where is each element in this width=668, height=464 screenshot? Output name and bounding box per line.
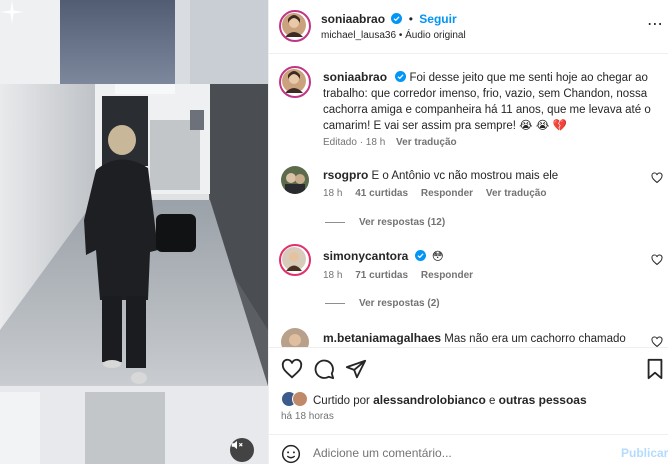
comment-row-rsogpro: rsogpro E o Antônio vc não mostrou mais …: [323, 168, 558, 182]
caption-translate-link[interactable]: Ver tradução: [396, 137, 457, 148]
comment-username[interactable]: simonycantora: [323, 249, 408, 263]
smile-icon[interactable]: [281, 444, 301, 464]
header-name-row: soniaabrao • Seguir: [321, 12, 457, 26]
heart-icon[interactable]: [281, 358, 303, 380]
view-replies-rsogpro[interactable]: Ver respostas (12): [325, 217, 445, 228]
comment-input[interactable]: Adicione um comentário...: [313, 446, 452, 460]
post-caption: soniaabrao Foi desse jeito que me senti …: [323, 69, 653, 134]
liked-by-photos: [281, 391, 308, 407]
comment-likes[interactable]: 71 curtidas: [355, 270, 408, 281]
post-time-ago[interactable]: há 18 horas: [281, 411, 334, 422]
liked-by-others[interactable]: outras pessoas: [499, 393, 587, 407]
liked-by-prefix: Curtido por: [313, 395, 370, 407]
author-photo: [282, 13, 306, 37]
view-replies-simonycantora[interactable]: Ver respostas (2): [325, 298, 440, 309]
comment-row-simonycantora: simonycantora 😳: [323, 249, 444, 263]
replies-line: [325, 221, 345, 223]
comment-meta-rsogpro: 18 h 41 curtidas Responder Ver tradução: [323, 188, 546, 199]
share-icon[interactable]: [345, 358, 367, 380]
more-options-icon[interactable]: ⋯: [647, 14, 664, 34]
caption-author-avatar[interactable]: [279, 66, 311, 98]
caption-author-photo: [282, 69, 306, 93]
comment-row-mbetania: m.betaniamagalhaes Mas não era um cachor…: [323, 331, 626, 345]
instagram-post-view: soniaabrao • Seguir michael_lausa36 • Áu…: [0, 0, 668, 464]
comment-translate-link[interactable]: Ver tradução: [486, 188, 547, 199]
author-avatar[interactable]: [279, 10, 311, 42]
composer-divider: [269, 434, 668, 435]
liked-by-mid: e: [489, 395, 496, 407]
comment-avatar-simonycantora[interactable]: [279, 244, 311, 276]
comment-text: E o Antônio vc não mostrou mais ele: [371, 170, 559, 182]
liked-by-avatars[interactable]: [281, 391, 309, 410]
bookmark-icon[interactable]: [645, 358, 665, 380]
post-side-panel: soniaabrao • Seguir michael_lausa36 • Áu…: [268, 0, 668, 464]
caption-username[interactable]: soniaabrao: [323, 70, 387, 84]
liked-by-line: Curtido por alessandrolobianco e outras …: [313, 393, 587, 407]
comment-photo: [282, 247, 306, 271]
corridor-scene: [0, 0, 268, 464]
verified-icon: [395, 71, 407, 82]
comment-username[interactable]: m.betaniamagalhaes: [323, 331, 441, 345]
comment-time: 18 h: [323, 270, 343, 281]
comment-text: 😳: [431, 251, 444, 263]
view-replies-label: Ver respostas (2): [359, 298, 440, 309]
comment-time: 18 h: [323, 188, 343, 199]
audio-line[interactable]: michael_lausa36 • Áudio original: [321, 30, 466, 41]
comment-icon[interactable]: [313, 358, 335, 380]
mute-icon: [231, 440, 243, 450]
publish-button[interactable]: Publicar: [621, 446, 668, 460]
sparkle-icon: [0, 0, 24, 24]
verified-icon: [414, 250, 426, 261]
post-header: soniaabrao • Seguir michael_lausa36 • Áu…: [269, 0, 668, 54]
comment-reply-button[interactable]: Responder: [421, 188, 473, 199]
comment-heart-icon[interactable]: [651, 254, 663, 266]
comment-meta-simonycantora: 18 h 71 curtidas Responder: [323, 270, 473, 281]
follow-button[interactable]: Seguir: [419, 12, 456, 26]
post-video[interactable]: [0, 0, 268, 464]
post-actions-area: Curtido por alessandrolobianco e outras …: [269, 347, 668, 464]
comment-avatar-rsogpro[interactable]: [281, 166, 309, 194]
comment-username[interactable]: rsogpro: [323, 168, 368, 182]
comment-heart-icon[interactable]: [651, 172, 663, 184]
liked-by-user[interactable]: alessandrolobianco: [373, 393, 486, 407]
view-replies-label: Ver respostas (12): [359, 217, 446, 228]
caption-meta: Editado · 18 h: [323, 137, 386, 148]
header-dot: •: [408, 12, 413, 26]
verified-icon: [391, 13, 403, 24]
mute-button[interactable]: [230, 438, 254, 462]
caption-meta-row: Editado · 18 h Ver tradução: [323, 137, 457, 148]
replies-line: [325, 302, 345, 304]
comment-text: Mas não era um cachorro chamado: [444, 333, 626, 345]
comment-reply-button[interactable]: Responder: [421, 270, 473, 281]
comment-likes[interactable]: 41 curtidas: [355, 188, 408, 199]
author-username[interactable]: soniaabrao: [321, 12, 385, 26]
comment-photo: [281, 166, 309, 194]
